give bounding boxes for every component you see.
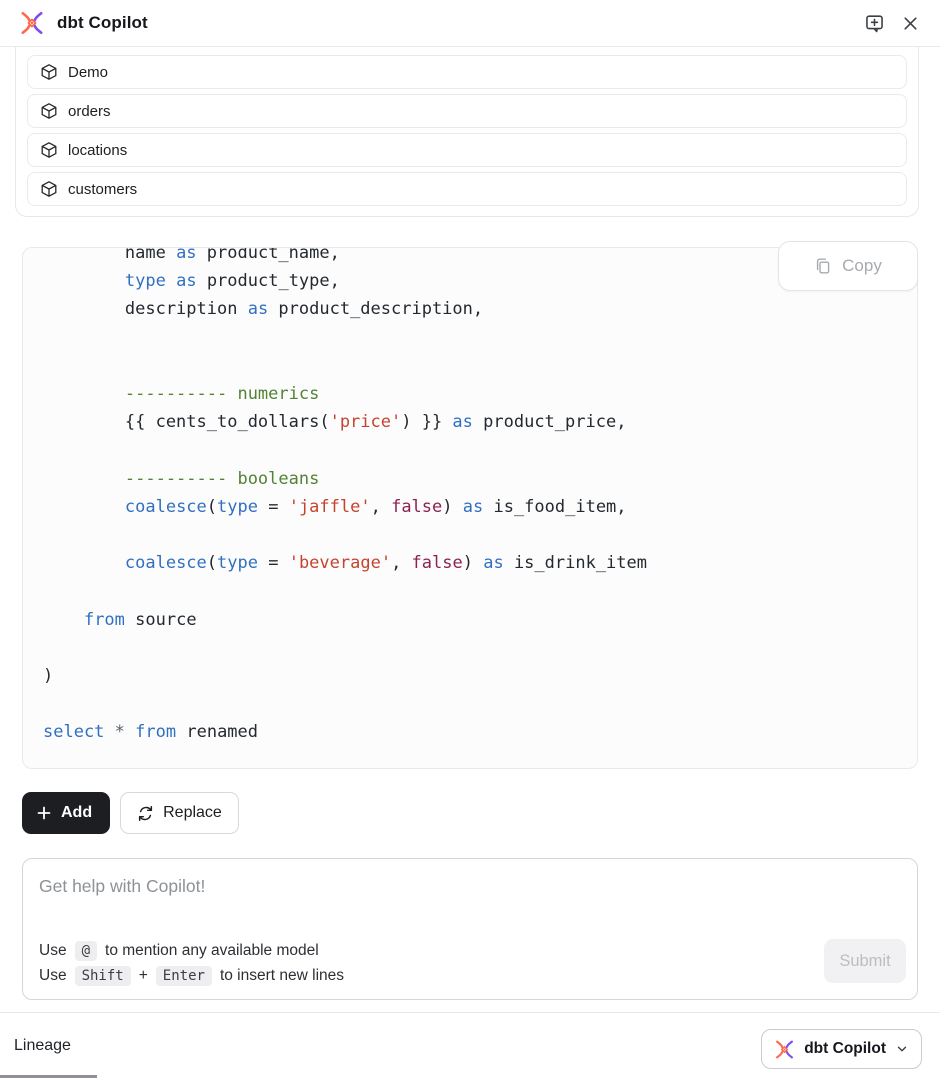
dbt-copilot-logo-icon (774, 1039, 795, 1060)
model-chip-label: orders (68, 103, 111, 120)
copy-icon (814, 257, 832, 275)
insert-to-editor-button[interactable] (860, 9, 888, 37)
hint-mention: Use @ to mention any available model (39, 941, 344, 961)
hint-newline: Use Shift + Enter to insert new lines (39, 966, 344, 986)
model-chip-orders[interactable]: orders (27, 94, 907, 128)
code-content: name as product_name, type as product_ty… (23, 247, 917, 761)
code-action-row: Add Replace (22, 792, 239, 834)
model-chip-demo[interactable]: Demo (27, 55, 907, 89)
tab-lineage[interactable]: Lineage (14, 1037, 71, 1055)
add-button[interactable]: Add (22, 792, 110, 834)
hint-text: Use (39, 942, 67, 960)
replace-button[interactable]: Replace (120, 792, 239, 834)
dbt-copilot-panel: dbt Copilot Demo (0, 0, 940, 1078)
refresh-icon (137, 805, 154, 822)
kbd-at: @ (75, 941, 97, 961)
model-chip-list: Demo orders locations customers (15, 47, 919, 217)
chevron-down-icon (895, 1042, 909, 1056)
hint-text: to mention any available model (105, 942, 319, 960)
model-chip-label: locations (68, 142, 127, 159)
add-button-label: Add (61, 804, 92, 822)
replace-button-label: Replace (163, 804, 222, 822)
prompt-area: Get help with Copilot! Use @ to mention … (22, 858, 918, 1000)
hint-text: to insert new lines (220, 967, 344, 985)
copy-button-label: Copy (842, 256, 882, 276)
cube-icon (40, 141, 58, 159)
close-button[interactable] (896, 9, 924, 37)
popout-plus-icon (864, 13, 885, 34)
prompt-hints: Use @ to mention any available model Use… (39, 941, 344, 986)
hint-text: + (139, 967, 148, 985)
panel-footer: Lineage dbt Copilot (0, 1012, 940, 1078)
close-icon (901, 14, 920, 33)
model-chip-label: customers (68, 181, 137, 198)
kbd-enter: Enter (156, 966, 212, 986)
submit-button[interactable]: Submit (824, 939, 906, 983)
kbd-shift: Shift (75, 966, 131, 986)
cube-icon (40, 63, 58, 81)
model-chip-locations[interactable]: locations (27, 133, 907, 167)
cube-icon (40, 102, 58, 120)
dbt-copilot-logo-icon (19, 10, 45, 36)
cube-icon (40, 180, 58, 198)
dropdown-label: dbt Copilot (804, 1040, 886, 1058)
panel-title: dbt Copilot (57, 13, 148, 33)
hint-text: Use (39, 967, 67, 985)
code-block[interactable]: name as product_name, type as product_ty… (22, 247, 918, 769)
prompt-input[interactable]: Get help with Copilot! (39, 876, 797, 900)
copy-button[interactable]: Copy (778, 241, 918, 291)
panel-header: dbt Copilot (0, 0, 940, 47)
plus-icon (36, 805, 52, 821)
copilot-mode-dropdown[interactable]: dbt Copilot (761, 1029, 922, 1069)
model-chip-customers[interactable]: customers (27, 172, 907, 206)
model-chip-label: Demo (68, 64, 108, 81)
